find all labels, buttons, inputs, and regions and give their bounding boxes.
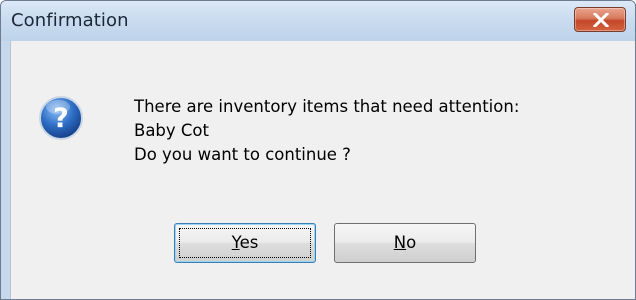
- dialog-body: [10, 41, 635, 299]
- confirmation-dialog: Confirmation ? There are inventory items…: [0, 0, 636, 300]
- no-button[interactable]: No: [334, 223, 476, 263]
- no-button-label: No: [393, 233, 417, 252]
- svg-text:?: ?: [53, 103, 69, 134]
- question-icon: ?: [39, 96, 83, 140]
- close-button[interactable]: [574, 7, 626, 32]
- message-line: Baby Cot: [134, 121, 209, 140]
- title-bar[interactable]: Confirmation: [1, 1, 635, 41]
- yes-button-label: Yes: [231, 233, 259, 252]
- close-icon: [593, 13, 609, 27]
- yes-button[interactable]: Yes: [174, 223, 316, 263]
- message-line: There are inventory items that need atte…: [134, 97, 520, 116]
- window-title: Confirmation: [11, 10, 129, 31]
- message-text: There are inventory items that need atte…: [134, 95, 519, 167]
- message-line: Do you want to continue ?: [134, 145, 351, 164]
